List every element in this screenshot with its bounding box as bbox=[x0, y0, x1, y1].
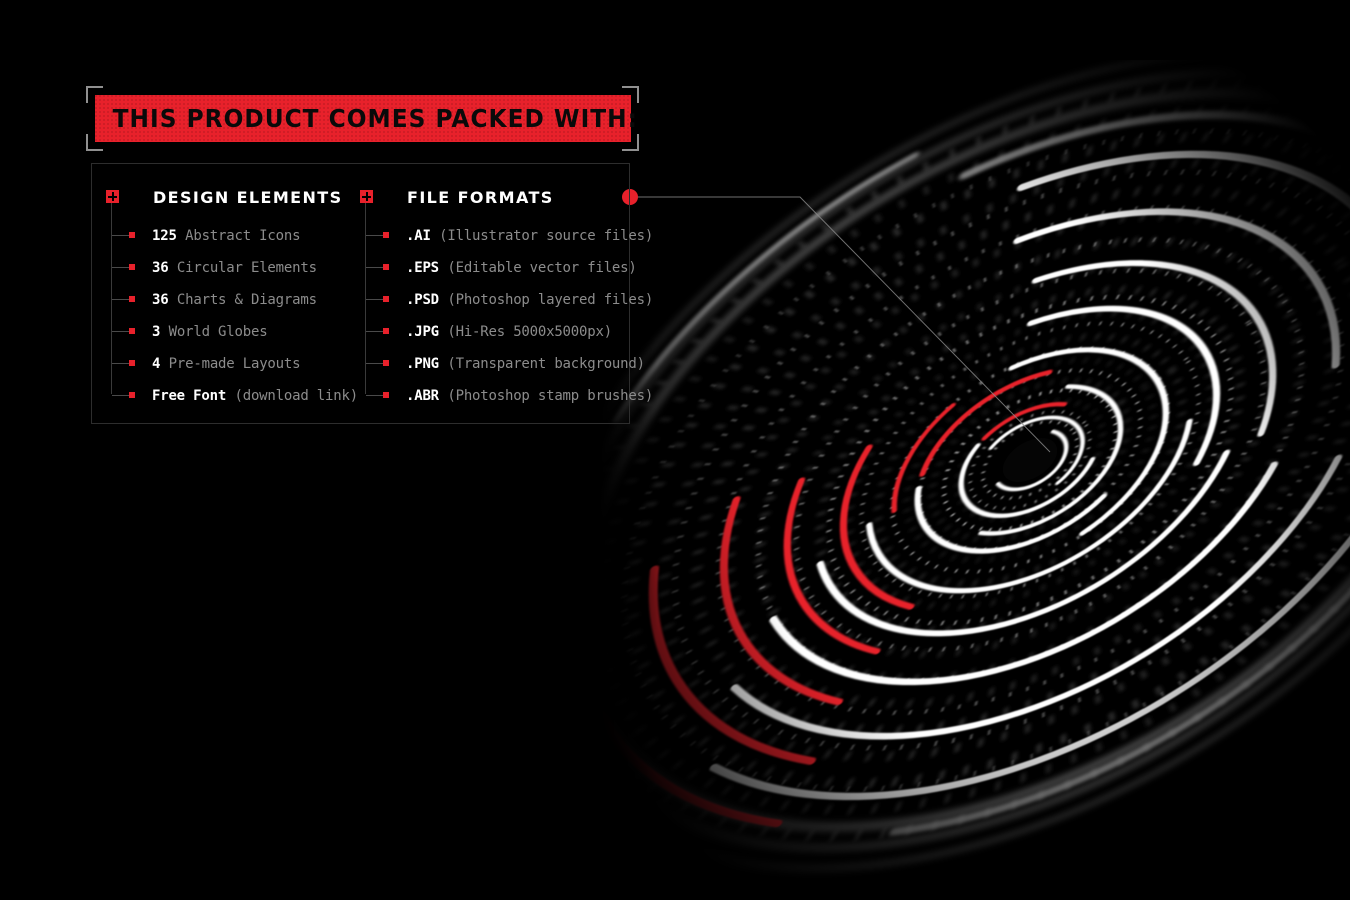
column-file-formats: FILE FORMATS .AI (Illustrator source fil… bbox=[360, 164, 653, 423]
tick-line bbox=[112, 395, 129, 396]
item-label: (Editable vector files) bbox=[447, 260, 637, 276]
bullet-square-icon bbox=[129, 392, 135, 398]
poster-canvas: THIS PRODUCT COMES PACKED WITH: DESIGN E… bbox=[0, 0, 1350, 900]
item-label: (Transparent background) bbox=[447, 356, 645, 372]
concentric-ring-disc bbox=[600, 60, 1350, 900]
item-list: .AI (Illustrator source files) .EPS (Edi… bbox=[360, 220, 653, 412]
tick-line bbox=[366, 395, 383, 396]
item-label: (Illustrator source files) bbox=[439, 228, 654, 244]
item-label: Charts & Diagrams bbox=[176, 292, 317, 308]
plus-square-icon bbox=[106, 190, 119, 203]
list-item: .PNG (Transparent background) bbox=[360, 348, 645, 380]
item-label: (download link) bbox=[234, 388, 359, 404]
bullet-square-icon bbox=[129, 264, 135, 270]
item-value: .PNG bbox=[406, 356, 439, 372]
item-value: 36 bbox=[152, 292, 169, 308]
item-value: 125 bbox=[152, 228, 177, 244]
column-design-elements: DESIGN ELEMENTS 125 Abstract Icons 36 Ci… bbox=[106, 164, 359, 423]
item-label: (Hi-Res 5000x5000px) bbox=[447, 324, 612, 340]
headline-text: THIS PRODUCT COMES PACKED WITH: bbox=[112, 104, 638, 133]
list-item: .ABR (Photoshop stamp brushes) bbox=[360, 380, 653, 412]
list-item: 125 Abstract Icons bbox=[106, 220, 356, 252]
item-value: .JPG bbox=[406, 324, 439, 340]
bullet-square-icon bbox=[383, 264, 389, 270]
list-item[interactable]: Free Font (download link) bbox=[106, 380, 359, 412]
list-item: .AI (Illustrator source files) bbox=[360, 220, 653, 252]
bullet-square-icon bbox=[383, 392, 389, 398]
tick-line bbox=[112, 267, 129, 268]
item-value: 36 bbox=[152, 260, 169, 276]
item-label: (Photoshop layered files) bbox=[447, 292, 654, 308]
contents-panel: DESIGN ELEMENTS 125 Abstract Icons 36 Ci… bbox=[91, 163, 653, 424]
bullet-square-icon bbox=[383, 232, 389, 238]
tick-line bbox=[112, 363, 129, 364]
column-heading: FILE FORMATS bbox=[407, 188, 554, 207]
item-value: .ABR bbox=[406, 388, 439, 404]
plus-square-icon bbox=[360, 190, 373, 203]
item-label: Abstract Icons bbox=[185, 228, 301, 244]
column-heading: DESIGN ELEMENTS bbox=[153, 188, 343, 207]
list-item: 3 World Globes bbox=[106, 316, 356, 348]
list-item: 36 Charts & Diagrams bbox=[106, 284, 356, 316]
bullet-square-icon bbox=[129, 360, 135, 366]
bullet-square-icon bbox=[129, 328, 135, 334]
item-value: .EPS bbox=[406, 260, 439, 276]
bullet-square-icon bbox=[383, 328, 389, 334]
tick-line bbox=[112, 331, 129, 332]
item-label: World Globes bbox=[168, 324, 268, 340]
item-value: 4 bbox=[152, 356, 161, 372]
tick-line bbox=[366, 235, 383, 236]
bullet-square-icon bbox=[383, 360, 389, 366]
item-label: Pre-made Layouts bbox=[168, 356, 301, 372]
item-value: 3 bbox=[152, 324, 161, 340]
tick-line bbox=[366, 331, 383, 332]
tick-line bbox=[366, 267, 383, 268]
list-item: .EPS (Editable vector files) bbox=[360, 252, 637, 284]
item-label: Circular Elements bbox=[176, 260, 317, 276]
item-value: Free Font bbox=[152, 388, 227, 404]
bullet-square-icon bbox=[129, 232, 135, 238]
list-item: .PSD (Photoshop layered files) bbox=[360, 284, 653, 316]
item-label: (Photoshop stamp brushes) bbox=[447, 388, 654, 404]
list-item: .JPG (Hi-Res 5000x5000px) bbox=[360, 316, 612, 348]
tick-line bbox=[112, 299, 129, 300]
tick-line bbox=[112, 235, 129, 236]
tick-line bbox=[366, 363, 383, 364]
headline-banner: THIS PRODUCT COMES PACKED WITH: bbox=[95, 95, 637, 142]
bullet-square-icon bbox=[383, 296, 389, 302]
tick-line bbox=[366, 299, 383, 300]
list-item: 36 Circular Elements bbox=[106, 252, 356, 284]
item-list: 125 Abstract Icons 36 Circular Elements bbox=[106, 220, 359, 412]
item-value: .AI bbox=[406, 228, 431, 244]
bullet-square-icon bbox=[129, 296, 135, 302]
list-item: 4 Pre-made Layouts bbox=[106, 348, 356, 380]
item-value: .PSD bbox=[406, 292, 439, 308]
